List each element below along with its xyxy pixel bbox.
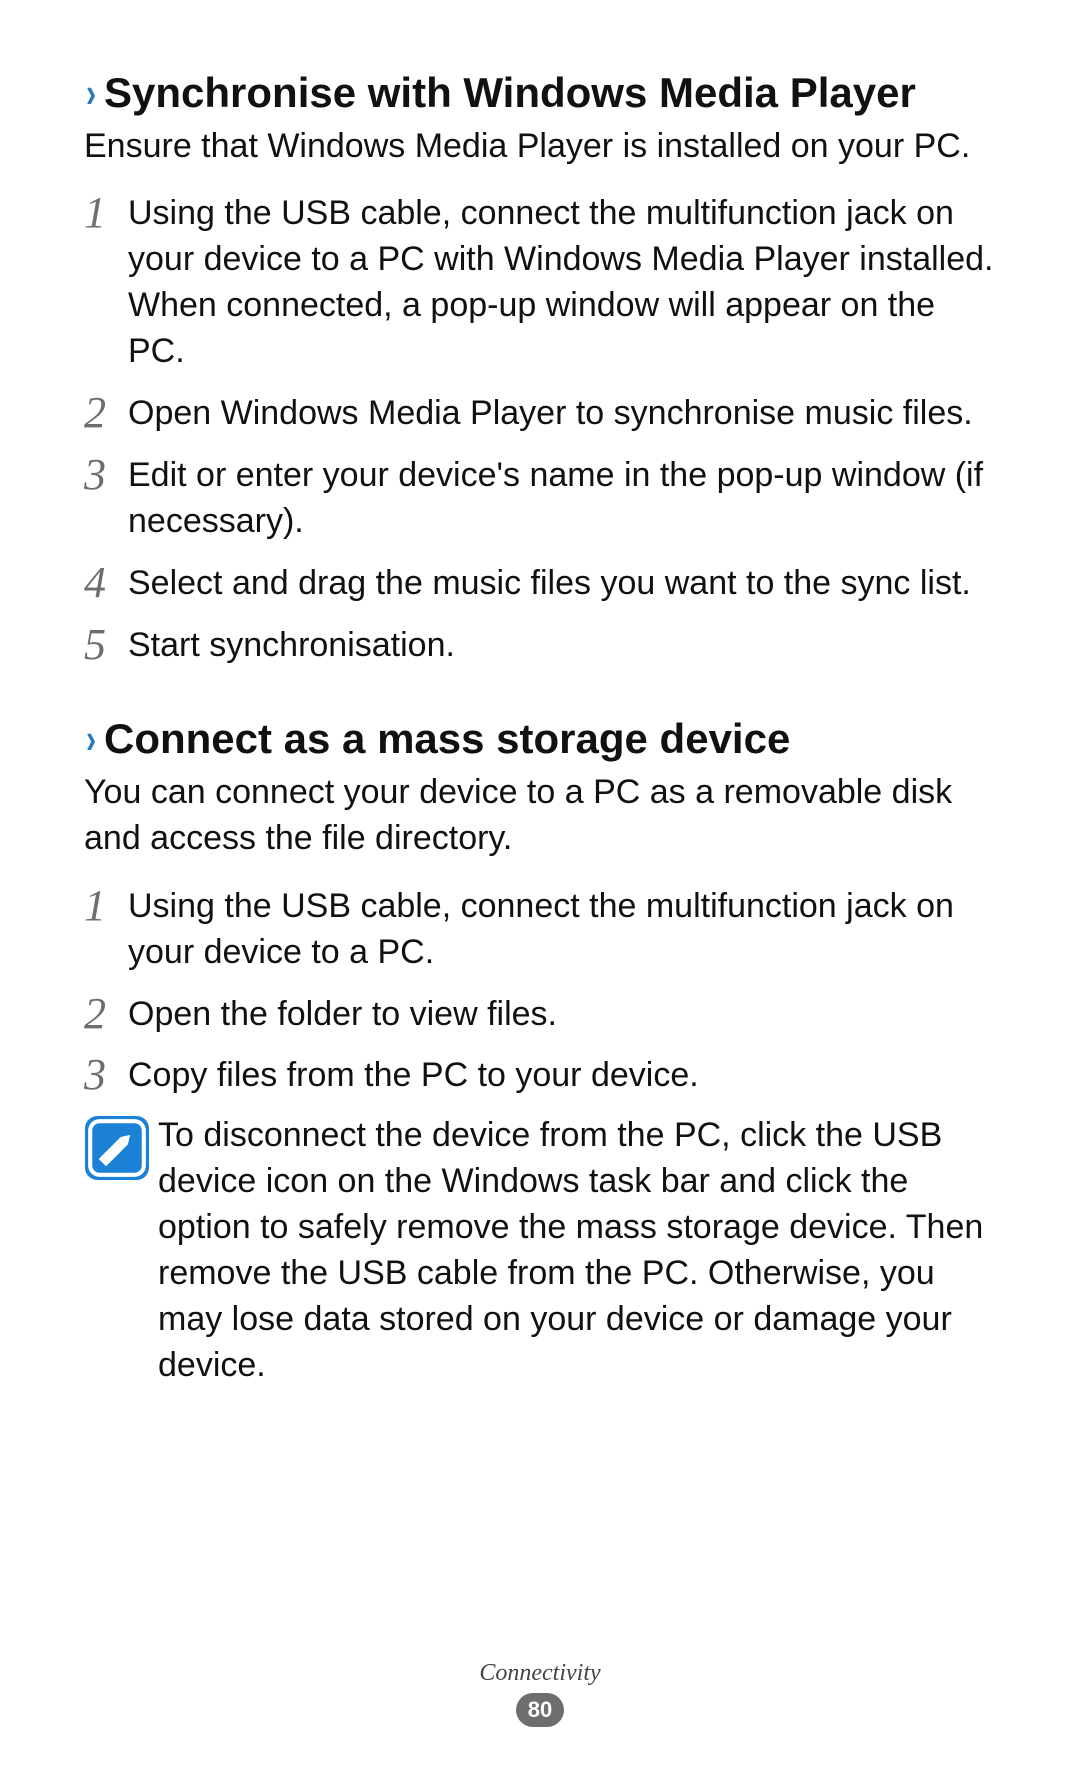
step-text: Select and drag the music files you want… <box>128 559 971 607</box>
step-item: 1 Using the USB cable, connect the multi… <box>84 189 998 375</box>
step-item: 2 Open the folder to view files. <box>84 990 998 1038</box>
page-footer: Connectivity 80 <box>0 1660 1080 1727</box>
chevron-right-icon: › <box>86 68 96 118</box>
step-item: 1 Using the USB cable, connect the multi… <box>84 882 998 976</box>
step-item: 2 Open Windows Media Player to synchroni… <box>84 389 998 437</box>
chevron-right-icon: › <box>86 714 96 764</box>
step-item: 5 Start synchronisation. <box>84 621 998 669</box>
step-text: Copy files from the PC to your device. <box>128 1051 699 1099</box>
step-number: 5 <box>84 621 128 667</box>
step-text: Open the folder to view files. <box>128 990 557 1038</box>
manual-page: › Synchronise with Windows Media Player … <box>0 0 1080 1449</box>
page-number-badge: 80 <box>516 1693 564 1727</box>
note-block: To disconnect the device from the PC, cl… <box>84 1113 998 1388</box>
step-text: Using the USB cable, connect the multifu… <box>128 882 998 976</box>
step-item: 3 Edit or enter your device's name in th… <box>84 451 998 545</box>
step-item: 3 Copy files from the PC to your device. <box>84 1051 998 1099</box>
section-heading-mass-storage: › Connect as a mass storage device <box>84 714 998 764</box>
heading-text: Synchronise with Windows Media Player <box>104 68 916 118</box>
section1-intro: Ensure that Windows Media Player is inst… <box>84 124 998 170</box>
section-heading-sync-wmp: › Synchronise with Windows Media Player <box>84 68 998 118</box>
step-number: 3 <box>84 451 128 497</box>
step-number: 1 <box>84 189 128 235</box>
section1-steps: 1 Using the USB cable, connect the multi… <box>84 189 998 668</box>
step-number: 1 <box>84 882 128 928</box>
section2-intro: You can connect your device to a PC as a… <box>84 770 998 862</box>
step-text: Start synchronisation. <box>128 621 455 669</box>
note-pencil-icon <box>84 1115 150 1181</box>
step-text: Edit or enter your device's name in the … <box>128 451 998 545</box>
step-text: Open Windows Media Player to synchronise… <box>128 389 973 437</box>
step-number: 2 <box>84 389 128 435</box>
step-number: 3 <box>84 1051 128 1097</box>
step-item: 4 Select and drag the music files you wa… <box>84 559 998 607</box>
footer-category: Connectivity <box>0 1660 1080 1687</box>
heading-text: Connect as a mass storage device <box>104 714 790 764</box>
note-text: To disconnect the device from the PC, cl… <box>158 1113 998 1388</box>
section2-steps: 1 Using the USB cable, connect the multi… <box>84 882 998 1100</box>
step-number: 2 <box>84 990 128 1036</box>
step-number: 4 <box>84 559 128 605</box>
step-text: Using the USB cable, connect the multifu… <box>128 189 998 375</box>
